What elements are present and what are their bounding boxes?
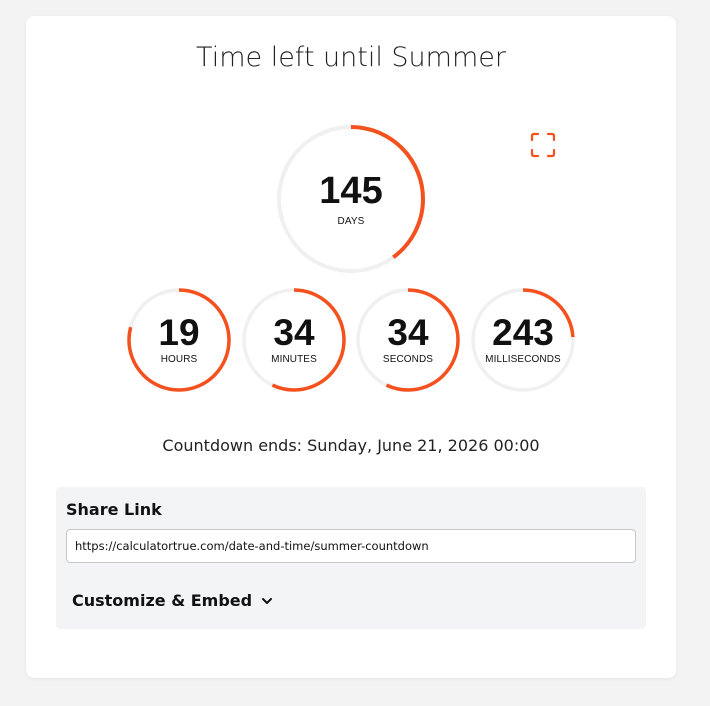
minutes-label: MINUTES bbox=[271, 354, 317, 365]
seconds-value: 34 bbox=[387, 312, 429, 353]
customize-embed-toggle[interactable]: Customize & Embed bbox=[72, 591, 273, 610]
days-dial: 145 DAYS bbox=[276, 124, 426, 274]
minutes-value: 34 bbox=[273, 312, 315, 353]
fullscreen-icon[interactable] bbox=[530, 132, 556, 158]
share-link-heading: Share Link bbox=[66, 500, 162, 519]
countdown-end-text: Countdown ends: Sunday, June 21, 2026 00… bbox=[162, 436, 540, 455]
countdown-card: Time left until Summer 145 DAYS 19 HOURS bbox=[26, 16, 676, 678]
milliseconds-label: MILLISECONDS bbox=[485, 354, 561, 365]
milliseconds-dial: 243 MILLISECONDS bbox=[471, 288, 575, 392]
page-title: Time left until Summer bbox=[196, 42, 506, 73]
minutes-dial: 34 MINUTES bbox=[242, 288, 346, 392]
seconds-label: SECONDS bbox=[382, 354, 434, 365]
hours-label: HOURS bbox=[160, 354, 198, 365]
customize-embed-label: Customize & Embed bbox=[72, 591, 253, 610]
milliseconds-value: 243 bbox=[492, 312, 554, 353]
share-link-input[interactable] bbox=[66, 529, 636, 563]
seconds-dial: 34 SECONDS bbox=[356, 288, 460, 392]
days-label: DAYS bbox=[337, 216, 365, 227]
share-panel: Share Link Customize & Embed bbox=[56, 487, 646, 629]
hours-value: 19 bbox=[158, 312, 200, 353]
hours-dial: 19 HOURS bbox=[127, 288, 231, 392]
days-value: 145 bbox=[319, 170, 383, 212]
chevron-down-icon bbox=[262, 597, 273, 604]
